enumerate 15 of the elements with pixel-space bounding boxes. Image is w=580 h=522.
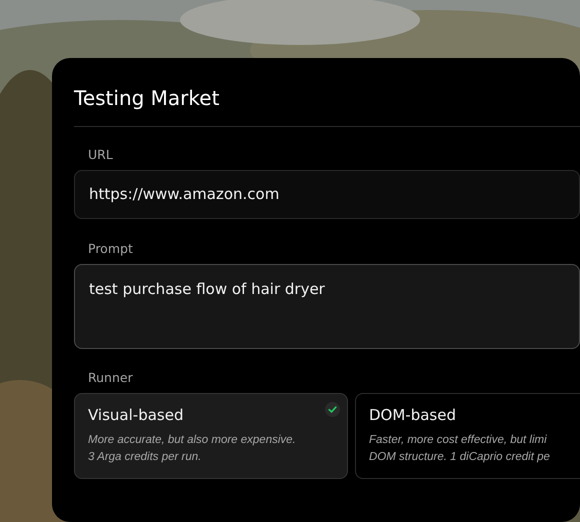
check-icon — [325, 402, 340, 416]
runner-option[interactable]: DOM-based Faster, more cost effective, but limi DOM structure. 1 diCaprio credit pe — [355, 392, 580, 480]
runner-option[interactable]: Visual-based More accurate, but also more expensive. 3 Arga credits per run. — [74, 392, 348, 480]
option-description: Faster, more cost effective, but limi — [369, 432, 548, 448]
option-description: DOM structure. 1 diCaprio credit pe — [369, 450, 551, 466]
option-description: 3 Arga credits per run. — [88, 450, 202, 466]
field-label: URL — [88, 147, 114, 162]
option-title: Visual-based — [88, 406, 184, 424]
option-title: DOM-based — [369, 406, 457, 424]
option-description: More accurate, but also more expensive. — [88, 432, 297, 448]
field-label: Prompt — [88, 240, 134, 256]
url-field[interactable]: https://www.amazon.com — [74, 170, 580, 218]
prompt-field[interactable]: test purchase flow of hair dryer — [74, 264, 580, 348]
dialog-title: Testing Market — [74, 88, 220, 108]
field-label: Runner — [88, 370, 134, 384]
